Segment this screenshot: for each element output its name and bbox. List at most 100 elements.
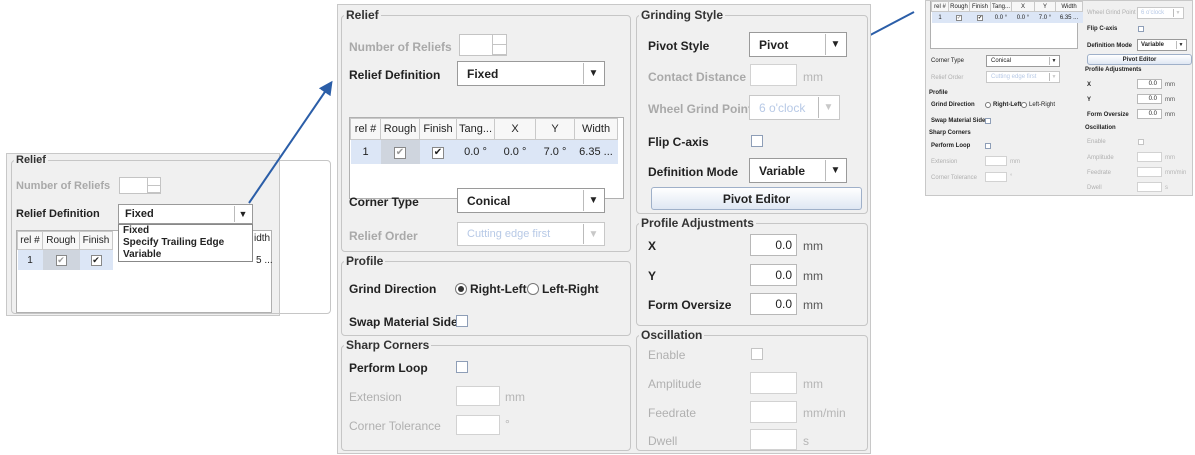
table-header[interactable]: Rough <box>380 118 420 140</box>
table-cell-rel: 1 <box>350 139 381 164</box>
thumb-y-label: Y <box>1087 97 1092 103</box>
table-header[interactable]: X <box>494 118 536 140</box>
thumb-amplitude-unit: mm <box>1165 155 1175 161</box>
pivot-editor-button[interactable]: Pivot Editor <box>651 187 862 210</box>
form-oversize-field[interactable]: 0.0 <box>750 293 797 315</box>
thumb-form-label: Form Oversize <box>1087 112 1129 118</box>
num-reliefs-spinner[interactable] <box>459 34 507 56</box>
thumb-extension-label: Extension <box>931 159 958 165</box>
relief-def-value: Fixed <box>467 66 499 81</box>
amplitude-label: Amplitude <box>648 377 702 391</box>
pivot-style-label: Pivot Style <box>648 39 710 53</box>
thumb-relief-order-label: Relief Order <box>931 75 964 81</box>
table-header[interactable]: Width <box>574 118 618 140</box>
y-unit: mm <box>803 269 823 283</box>
corner-tolerance-unit: ° <box>505 417 510 431</box>
thumb-right-left-label: Right-Left <box>993 102 1022 108</box>
table-header: Tang... <box>990 1 1012 12</box>
corner-type-label: Corner Type <box>349 195 419 209</box>
relief-order-value: Cutting edge first <box>467 228 551 240</box>
corner-type-combo[interactable]: Conical ▼ <box>457 188 605 213</box>
thumb-y-field: 0.0 <box>1137 94 1162 104</box>
thumb-wheel-point-combo: 6 o'clock ▼ <box>1137 7 1184 19</box>
chevron-down-icon[interactable]: ▼ <box>583 63 603 84</box>
table-header[interactable]: Tang... <box>456 118 495 140</box>
chevron-down-icon[interactable]: ▼ <box>818 97 838 118</box>
right-left-radio[interactable] <box>455 283 467 295</box>
table-header[interactable]: Y <box>535 118 575 140</box>
relief-table-grid: rel # Rough Finish Tang... X Y Width 1 ✔… <box>350 118 618 164</box>
thumb-left-right-label: Left-Right <box>1029 102 1056 108</box>
thumb-wheel-point-value: 6 o'clock <box>1141 10 1165 16</box>
extension-unit: mm <box>505 390 525 404</box>
table-header: rel # <box>931 1 949 12</box>
corner-tolerance-field[interactable] <box>456 415 500 435</box>
amplitude-field[interactable] <box>750 372 797 394</box>
rough-checkbox[interactable]: ✔ <box>394 146 406 159</box>
pivot-style-combo[interactable]: Pivot ▼ <box>749 32 847 57</box>
x-unit: mm <box>803 239 823 253</box>
corner-type-value: Conical <box>467 193 511 208</box>
thumb-enable-label: Enable <box>1087 139 1106 145</box>
extension-field[interactable] <box>456 386 500 406</box>
grind-direction-label: Grind Direction <box>349 282 437 296</box>
left-right-label[interactable]: Left-Right <box>542 282 599 296</box>
oscillation-title: Oscillation <box>641 328 703 342</box>
table-header[interactable]: rel # <box>350 118 381 140</box>
x-field[interactable]: 0.0 <box>750 234 797 256</box>
chevron-down-icon[interactable]: ▼ <box>583 190 603 211</box>
contact-distance-field[interactable] <box>750 64 797 86</box>
extension-label: Extension <box>349 390 402 404</box>
flip-c-axis-checkbox[interactable] <box>751 135 763 147</box>
thumb-feedrate-unit: mm/min <box>1165 170 1187 176</box>
thumb-tolerance-label: Corner Tolerance <box>931 175 977 181</box>
table-cell-x: 0.0 ° <box>1011 11 1035 23</box>
thumb-tolerance-field <box>985 172 1007 182</box>
corner-tolerance-label: Corner Tolerance <box>349 419 441 433</box>
thumb-corner-type-label: Corner Type <box>931 58 964 64</box>
finish-checkbox[interactable]: ✔ <box>432 146 444 159</box>
wheel-grind-point-combo[interactable]: 6 o'clock ▼ <box>749 95 840 120</box>
thumb-amplitude-field <box>1137 152 1162 162</box>
table-row[interactable]: 1 ✔ ✔ 0.0 ° 0.0 ° 7.0 ° 6.35 ... <box>350 139 618 164</box>
table-cell-y: 7.0 ° <box>535 139 575 164</box>
relief-order-combo[interactable]: Cutting edge first ▼ <box>457 222 605 246</box>
table-cell-tang: 0.0 ° <box>990 11 1012 23</box>
relief-def-combo[interactable]: Fixed ▼ <box>457 61 605 86</box>
thumb-relief-table-grid: rel # Rough Finish Tang... X Y Width 1 ✔… <box>931 1 1083 23</box>
table-header[interactable]: Finish <box>419 118 457 140</box>
dwell-unit: s <box>803 434 809 448</box>
thumb-def-mode-value: Variable <box>1141 42 1165 48</box>
thumb-flip-label: Flip C-axis <box>1087 26 1118 32</box>
chevron-down-icon[interactable]: ▼ <box>825 160 845 181</box>
table-cell-tang: 0.0 ° <box>456 139 495 164</box>
definition-mode-combo[interactable]: Variable ▼ <box>749 158 847 183</box>
swap-material-checkbox[interactable] <box>456 315 468 327</box>
table-header: Finish <box>969 1 991 12</box>
left-right-radio[interactable] <box>527 283 539 295</box>
thumb-x-label: X <box>1087 82 1092 88</box>
contact-distance-unit: mm <box>803 70 823 84</box>
table-header: Rough <box>948 1 970 12</box>
thumbnail-panel: rel # Rough Finish Tang... X Y Width 1 ✔… <box>925 0 1193 196</box>
perform-loop-checkbox[interactable] <box>456 361 468 373</box>
y-field[interactable]: 0.0 <box>750 264 797 286</box>
pivot-style-value: Pivot <box>759 37 789 52</box>
enable-checkbox[interactable] <box>751 348 763 360</box>
form-oversize-unit: mm <box>803 298 823 312</box>
thumb-dwell-label: Dwell <box>1087 185 1102 191</box>
rough-checkbox: ✔ <box>956 14 962 21</box>
x-label: X <box>648 239 657 253</box>
chevron-down-icon: ▼ <box>1173 9 1182 17</box>
thumb-tolerance-unit: ° <box>1010 174 1013 180</box>
form-oversize-label: Form Oversize <box>648 298 732 312</box>
chevron-down-icon[interactable]: ▼ <box>583 224 603 244</box>
perform-loop-label: Perform Loop <box>349 361 428 375</box>
dwell-field[interactable] <box>750 429 797 450</box>
feedrate-field[interactable] <box>750 401 797 423</box>
profile-title: Profile <box>346 254 384 268</box>
table-row: 1 ✔ ✔ 0.0 ° 0.0 ° 7.0 ° 6.35 ... <box>931 11 1083 23</box>
chevron-down-icon[interactable]: ▼ <box>825 34 845 55</box>
right-left-label[interactable]: Right-Left <box>470 282 527 296</box>
thumb-form-field: 0.0 <box>1137 109 1162 119</box>
